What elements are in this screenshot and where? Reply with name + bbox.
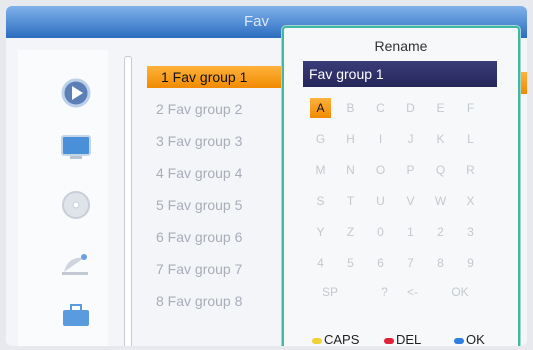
- tv-icon[interactable]: [58, 132, 94, 162]
- keyboard-key[interactable]: 7: [400, 253, 421, 273]
- fav-group-item[interactable]: 6 Fav group 6: [156, 226, 286, 248]
- fav-group-item[interactable]: 7 Fav group 7: [156, 258, 286, 280]
- satellite-dish-icon[interactable]: [58, 248, 94, 278]
- keyboard-key[interactable]: Q: [430, 160, 451, 180]
- keyboard-key[interactable]: 6: [370, 253, 391, 273]
- dialog-title: Rename: [374, 38, 428, 54]
- keyboard-key[interactable]: M: [310, 160, 331, 180]
- keyboard-key[interactable]: X: [460, 191, 481, 211]
- keyboard-key[interactable]: H: [340, 129, 361, 149]
- name-input[interactable]: Fav group 1: [303, 61, 497, 87]
- keyboard-key[interactable]: K: [430, 129, 451, 149]
- window-title: Fav: [244, 13, 270, 30]
- fav-group-item[interactable]: 4 Fav group 4: [156, 162, 286, 184]
- fav-group-item[interactable]: 3 Fav group 3: [156, 130, 286, 152]
- play-icon[interactable]: [58, 78, 94, 108]
- keyboard-key[interactable]: 1: [400, 222, 421, 242]
- legend-del[interactable]: DEL: [384, 332, 421, 346]
- keyboard-key[interactable]: 8: [430, 253, 451, 273]
- sidebar: [18, 50, 108, 346]
- fav-group-item[interactable]: 1 Fav group 1: [147, 66, 287, 88]
- disc-icon[interactable]: [58, 190, 94, 220]
- key-question[interactable]: ?: [374, 282, 395, 302]
- keyboard-key[interactable]: L: [460, 129, 481, 149]
- keyboard-key[interactable]: 5: [340, 253, 361, 273]
- keyboard-key[interactable]: N: [340, 160, 361, 180]
- key-space[interactable]: SP: [310, 282, 350, 302]
- keyboard-key[interactable]: D: [400, 98, 421, 118]
- keyboard-key[interactable]: 4: [310, 253, 331, 273]
- keyboard-key[interactable]: T: [340, 191, 361, 211]
- legend-caps[interactable]: CAPS: [312, 332, 359, 346]
- keyboard-key[interactable]: 9: [460, 253, 481, 273]
- keyboard-key[interactable]: A: [310, 98, 331, 118]
- list-scrollbar[interactable]: [124, 56, 132, 346]
- keyboard-key[interactable]: B: [340, 98, 361, 118]
- keyboard-key[interactable]: Z: [340, 222, 361, 242]
- toolbox-icon[interactable]: [58, 300, 94, 330]
- red-button-icon: [384, 337, 394, 344]
- keyboard-key[interactable]: S: [310, 191, 331, 211]
- keyboard-key[interactable]: 2: [430, 222, 451, 242]
- keyboard-key[interactable]: J: [400, 129, 421, 149]
- keyboard-key[interactable]: 0: [370, 222, 391, 242]
- tv-menu-screen: Fav 1 Fav group 1 2 Fav group 2 3 Fav grou…: [6, 6, 527, 346]
- keyboard-key[interactable]: V: [400, 191, 421, 211]
- keyboard-key[interactable]: C: [370, 98, 391, 118]
- fav-group-item[interactable]: 5 Fav group 5: [156, 194, 286, 216]
- keyboard-key[interactable]: U: [370, 191, 391, 211]
- keyboard-key[interactable]: O: [370, 160, 391, 180]
- keyboard-key[interactable]: Y: [310, 222, 331, 242]
- fav-group-item[interactable]: 2 Fav group 2: [156, 98, 286, 120]
- legend-ok[interactable]: OK: [454, 332, 485, 346]
- key-ok[interactable]: OK: [440, 282, 480, 302]
- keyboard-key[interactable]: W: [430, 191, 451, 211]
- fav-group-item[interactable]: 8 Fav group 8: [156, 290, 286, 312]
- yellow-button-icon: [312, 337, 322, 344]
- keyboard-key[interactable]: I: [370, 129, 391, 149]
- keyboard-key[interactable]: R: [460, 160, 481, 180]
- keyboard-key[interactable]: F: [460, 98, 481, 118]
- blue-button-icon: [454, 337, 464, 344]
- keyboard-key[interactable]: G: [310, 129, 331, 149]
- key-backspace[interactable]: <-: [402, 282, 423, 302]
- keyboard-key[interactable]: E: [430, 98, 451, 118]
- rename-dialog: Rename Fav group 1 ABCDEF GHIJKL MNOPQR STU…: [282, 26, 520, 346]
- keyboard-key[interactable]: 3: [460, 222, 481, 242]
- keyboard-key[interactable]: P: [400, 160, 421, 180]
